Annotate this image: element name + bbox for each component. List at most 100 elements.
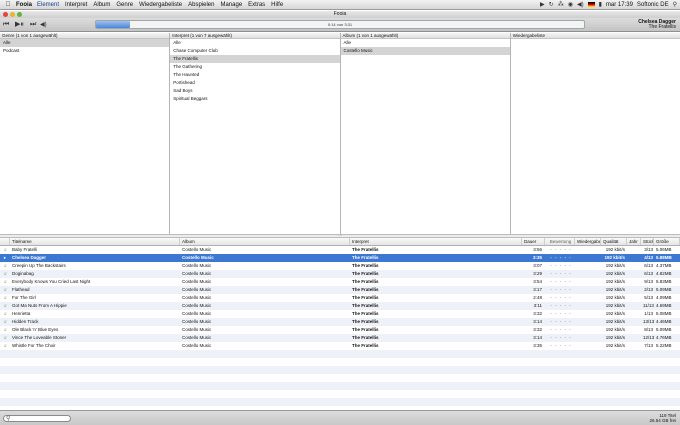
input-language-flag-icon[interactable] [587,2,595,7]
track-title: Everybody Knows You Cried Last Night [12,279,91,284]
track-number: 2/13 [644,287,653,292]
window-title: Fooia [333,11,347,17]
track-album: Costello Music [182,255,214,260]
search-field[interactable]: ⚲ [3,415,71,422]
album-list-item[interactable]: Alle [341,39,510,47]
spotlight-icon[interactable]: ⚲ [673,1,677,8]
column-track[interactable]: Stück [641,238,654,245]
track-plays [575,310,601,318]
track-row[interactable]: ♫ Creepin Up The Backstairs Costello Music… [0,262,680,270]
track-row[interactable]: ♫ Flathead Costello Music The Fratellis 3:17… [0,286,680,294]
player-toolbar: ⏮ ▶⏸ ⏭ ◀) 0:14 von 3:31 Chelsea Dagger T… [0,18,680,32]
track-album: Costello Music [182,247,212,252]
track-rating: - - - - - [550,295,572,300]
track-number: 8/13 [644,327,653,332]
menu-abspielen[interactable]: Abspielen [188,2,214,8]
artist-list-item[interactable]: Spiritual Beggars [170,95,339,103]
menu-element[interactable]: Element [37,2,59,8]
track-duration: 2:48 [533,295,542,300]
wifi-icon[interactable]: ◉ [568,1,573,8]
track-year [627,254,641,262]
track-row[interactable]: ♫ Hidden Track Costello Music The Fratellis… [0,318,680,326]
track-artist: The Fratellis [352,319,379,324]
artist-list-item[interactable]: The Gathering [170,63,339,71]
track-row[interactable]: ♫ Got Ma Nuts From A Hippie Costello Music… [0,302,680,310]
menu-manage[interactable]: Manage [220,2,242,8]
track-row[interactable]: ♫ Baby Fratelli Costello Music The Fratelli… [0,246,680,254]
playlist-pane-header[interactable]: Wiedergabeliste [510,33,680,39]
artist-list-item[interactable]: Chase Computer Club [170,47,339,55]
menu-interpret[interactable]: Interpret [65,2,87,8]
menu-hilfe[interactable]: Hilfe [271,2,283,8]
zoom-window-icon[interactable] [17,12,22,17]
track-size: 4.76MB [656,335,672,340]
album-list-item[interactable]: Costello Music [340,47,510,55]
column-rating[interactable]: Bewertung [545,238,575,245]
window-title-bar: Fooia [0,11,680,18]
artist-list-item[interactable]: The Haunted [170,71,339,79]
track-artist: The Fratellis [352,335,379,340]
artist-list-item[interactable]: The Fratellis [170,55,340,63]
menu-album[interactable]: Album [93,2,110,8]
track-row[interactable]: ♫ Henrietta Costello Music The Fratellis 3:3… [0,310,680,318]
menu-app-name[interactable]: Fooia [16,2,32,8]
genre-list-item[interactable]: Podcast [0,47,169,55]
bluetooth-icon[interactable]: ⁂ [558,1,564,8]
sync-icon[interactable]: ↻ [549,1,554,8]
search-icon: ⚲ [6,416,11,422]
track-plays [575,270,601,278]
menu-clock[interactable]: mar 17:39 [606,2,633,8]
column-title[interactable]: Titelname [10,238,180,245]
menu-extras[interactable]: Extras [248,2,265,8]
track-size: 5.08MB [656,311,672,316]
track-album: Costello Music [182,279,212,284]
menu-user[interactable]: Softonic DE [637,2,669,8]
track-row[interactable]: ♫ Vince The Loveable Stoner Costello Music… [0,334,680,342]
track-size: 5.88MB [656,255,672,260]
volume-icon[interactable]: ◀) [577,1,584,8]
battery-icon[interactable]: ▮ [599,1,602,8]
track-row[interactable]: ♫ Whistle For The Choir Costello Music The … [0,342,680,350]
status-bar: ⚲ 119 Titel 26.54 GB frei [0,410,680,425]
column-duration[interactable]: Dauer [522,238,545,245]
column-artist[interactable]: Interpret [350,238,522,245]
menu-wiedergabeliste[interactable]: Wiedergabeliste [139,2,182,8]
column-album[interactable]: Album [180,238,350,245]
track-size: 4.82MB [656,271,672,276]
previous-track-button[interactable]: ⏮ [3,21,9,29]
track-rating: - - - - - [550,335,572,340]
menu-genre[interactable]: Genre [116,2,133,8]
track-album: Costello Music [182,327,212,332]
close-window-icon[interactable] [3,12,8,17]
column-size[interactable]: Größe [654,238,680,245]
status-icon: ♫ [3,295,7,300]
track-row[interactable]: ♫ For The Girl Costello Music The Fratellis… [0,294,680,302]
artist-list-item[interactable]: Sad Boys [170,87,339,95]
next-track-button[interactable]: ⏭ [30,21,36,29]
track-row[interactable]: ♫ Ole Black 'n' Blue Eyes Costello Music Th… [0,326,680,334]
column-status[interactable] [0,238,10,245]
track-year [627,318,641,326]
status-icon: ♫ [3,335,7,340]
track-rating: - - - - - [550,247,572,252]
track-row[interactable]: ♫ Everybody Knows You Cried Last Night Cos… [0,278,680,286]
column-plays[interactable]: Wiedergabe... [575,238,601,245]
free-space: 26.54 GB frei [649,418,676,423]
track-table-header: Titelname Album Interpret Dauer Bewertun… [0,238,680,246]
minimize-window-icon[interactable] [10,12,15,17]
track-size: 5.83MB [656,279,672,284]
play-pause-button[interactable]: ▶⏸ [15,21,24,29]
artist-list-item[interactable]: Portishead [170,79,339,87]
track-row[interactable]: ♫ Doginabag Costello Music The Fratellis 3:2… [0,270,680,278]
track-album: Costello Music [182,271,212,276]
volume-button[interactable]: ◀) [40,21,47,29]
apple-menu-icon[interactable]:  [3,1,13,8]
track-quality: 192 kbit/s [605,311,625,316]
artist-list-item[interactable]: Alle [170,39,339,47]
column-year[interactable]: Jahr [627,238,641,245]
genre-list-item[interactable]: Alle [0,39,170,47]
playback-progress-bar[interactable]: 0:14 von 3:31 [95,20,585,29]
media-icon[interactable]: ▶ [540,1,545,8]
track-row[interactable]: ▸ Chelsea Dagger Costello Music The Fratell… [0,254,680,262]
column-quality[interactable]: Qualität [601,238,627,245]
